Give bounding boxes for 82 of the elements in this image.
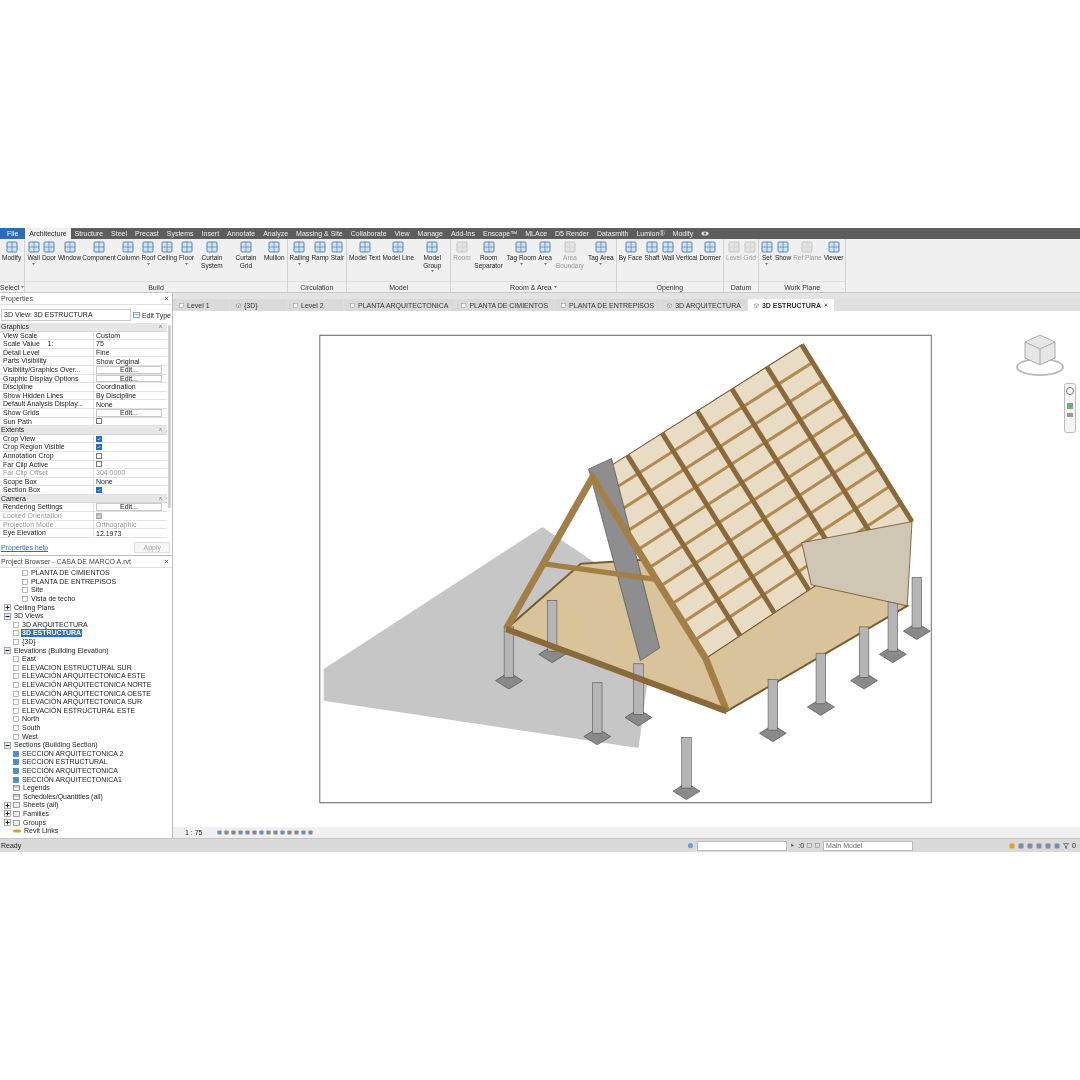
panel-icon: [680, 241, 693, 253]
expand-toggle[interactable]: [4, 819, 11, 826]
caret-icon: [599, 262, 603, 265]
plan-view-icon: [561, 302, 567, 308]
caret-icon: [765, 262, 769, 265]
plan-view-icon: [350, 302, 355, 308]
navigation-bar[interactable]: [1064, 383, 1076, 433]
panel-icon: [358, 241, 371, 253]
panel-icon: [827, 241, 840, 253]
close-icon[interactable]: [824, 303, 828, 307]
caret-icon[interactable]: [553, 286, 557, 288]
panel-icon: [268, 241, 281, 253]
caret-icon: [185, 262, 188, 265]
panel-icon: [646, 241, 659, 253]
collapse-toggle[interactable]: [4, 612, 11, 620]
panel-icon: [293, 241, 306, 253]
collapse-icon[interactable]: [159, 497, 162, 501]
panel-icon: [482, 241, 495, 253]
panel-icon: [563, 241, 576, 253]
plan-view-icon: [461, 302, 467, 308]
checkbox[interactable]: [96, 487, 102, 494]
panel-icon: [314, 241, 327, 253]
collapse-icon[interactable]: [159, 325, 162, 329]
panel-icon: [760, 241, 773, 253]
close-icon[interactable]: [164, 559, 169, 564]
panel-icon: [801, 241, 814, 253]
panel-icon: [743, 241, 756, 253]
panel-icon: [161, 241, 174, 253]
caret-icon: [519, 262, 523, 265]
panel-icon: [624, 241, 637, 253]
collapse-toggle[interactable]: [4, 741, 11, 749]
checkbox[interactable]: [96, 444, 102, 451]
panel-icon: [180, 241, 193, 253]
panel-icon: [142, 241, 155, 253]
panel-icon: [93, 241, 106, 253]
panel-icon: [515, 241, 528, 253]
caret-icon: [146, 262, 150, 265]
panel-icon: [239, 241, 252, 253]
checkbox[interactable]: [96, 418, 102, 425]
close-icon[interactable]: [164, 296, 169, 301]
panel-icon: [727, 241, 740, 253]
funnel-icon[interactable]: [1063, 842, 1070, 849]
checkbox[interactable]: [96, 435, 102, 442]
workset-dropdown[interactable]: [697, 840, 788, 851]
eye-icon[interactable]: [701, 231, 710, 236]
table-icon: [132, 312, 140, 318]
caret-icon: [430, 270, 434, 272]
checkbox[interactable]: [96, 461, 102, 468]
panel-icon: [392, 241, 405, 253]
panel-icon: [331, 241, 344, 253]
panel-icon: [42, 241, 55, 253]
cube-icon: [667, 302, 673, 308]
plan-view-icon: [293, 302, 298, 308]
caret-icon[interactable]: [21, 286, 25, 288]
panel-icon: [5, 241, 18, 253]
panel-icon: [455, 241, 468, 253]
collapse-toggle[interactable]: [4, 647, 11, 655]
cube-icon: [236, 302, 241, 308]
caret-icon: [297, 262, 301, 265]
panel-icon: [594, 241, 607, 253]
checkbox[interactable]: [96, 452, 102, 459]
expand-toggle[interactable]: [4, 801, 11, 809]
caret-icon: [543, 262, 547, 265]
link-icon: [13, 829, 21, 834]
panel-icon: [661, 241, 674, 253]
expand-toggle[interactable]: [4, 604, 11, 612]
expand-toggle[interactable]: [4, 810, 11, 818]
plan-view-icon: [179, 302, 184, 308]
scrollbar[interactable]: [168, 325, 171, 508]
panel-icon: [426, 241, 439, 253]
caret-icon: [32, 262, 36, 265]
panel-icon: [704, 241, 717, 253]
collapse-icon[interactable]: [159, 428, 162, 432]
panel-icon: [777, 241, 789, 253]
panel-icon: [27, 241, 40, 253]
panel-icon: [205, 241, 218, 253]
panel-icon: [63, 241, 76, 253]
cube-icon: [753, 302, 759, 308]
panel-icon: [122, 241, 135, 253]
workset-icon[interactable]: [687, 842, 695, 849]
panel-icon: [539, 241, 552, 253]
pointer-icon[interactable]: [790, 843, 796, 848]
